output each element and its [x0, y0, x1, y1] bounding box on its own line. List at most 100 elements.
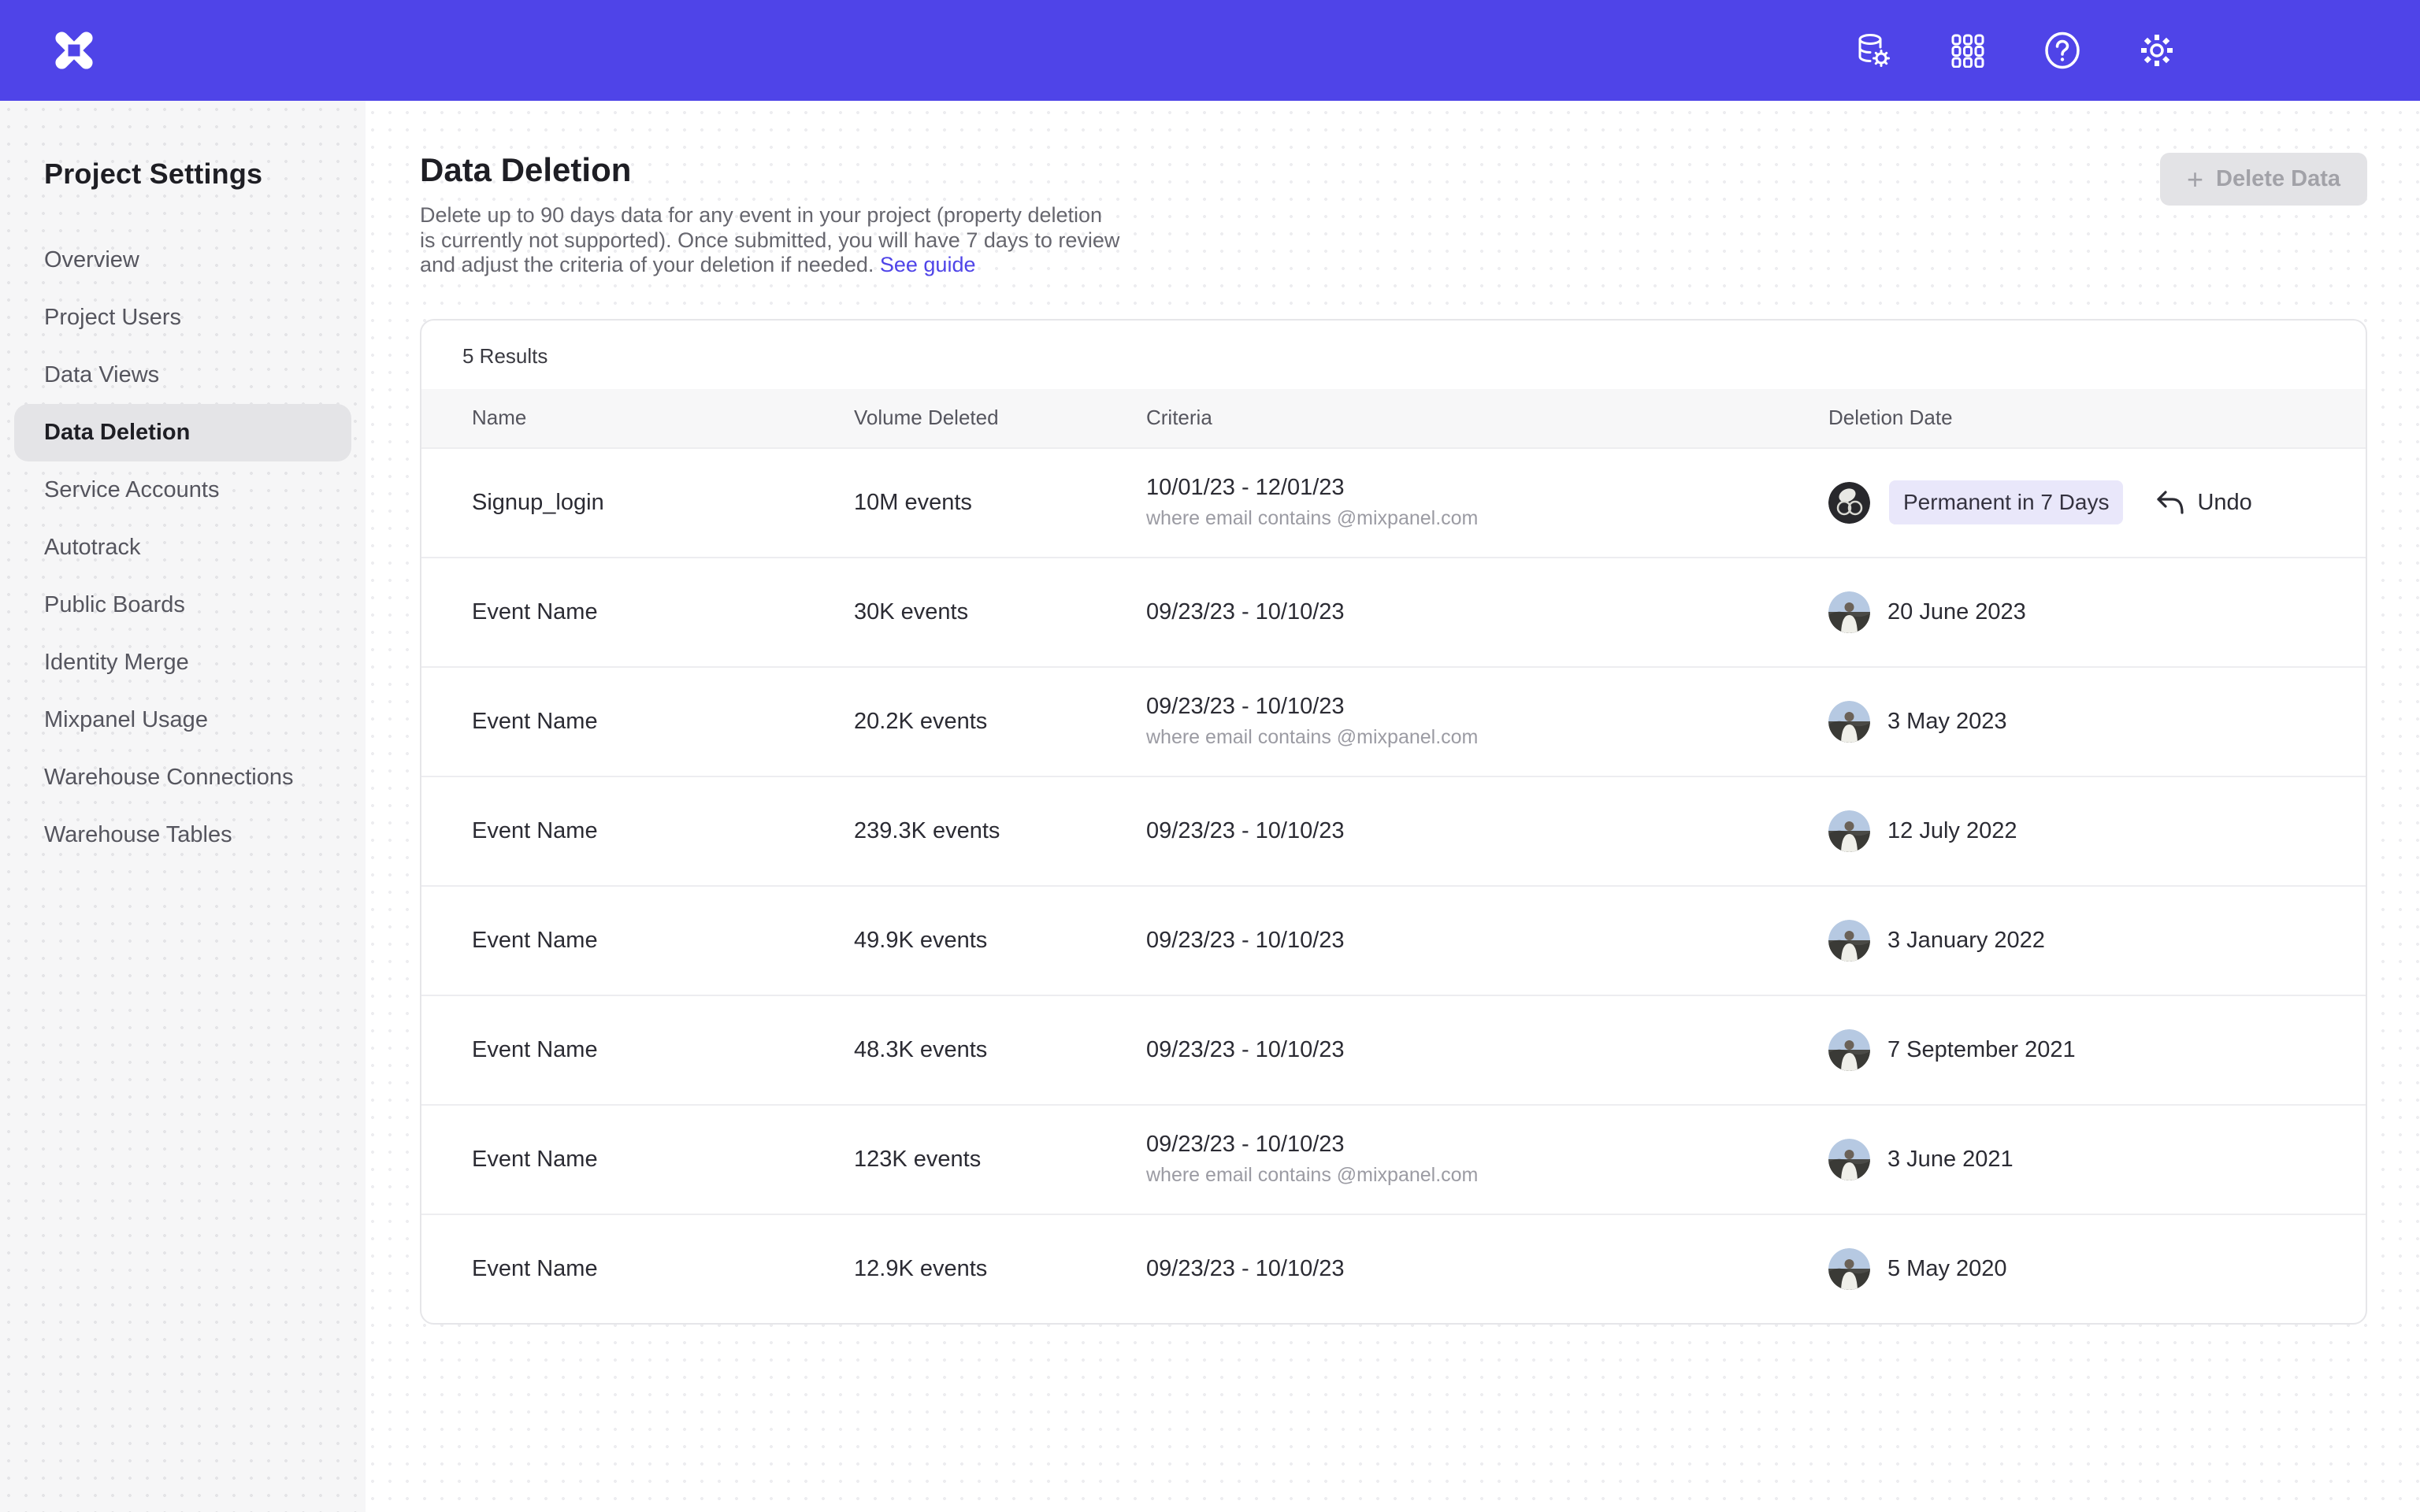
cell-deletion-date: 3 May 2023 [1828, 701, 2315, 743]
cell-criteria: 09/23/23 - 10/10/23 [1146, 599, 1828, 625]
see-guide-link[interactable]: See guide [880, 253, 976, 276]
table-header-row: Name Volume Deleted Criteria Deletion Da… [421, 389, 2366, 447]
sidebar-item[interactable]: Service Accounts [14, 461, 351, 519]
deletion-date-text: 5 May 2020 [1887, 1256, 2007, 1282]
permanent-badge: Permanent in 7 Days [1889, 480, 2123, 524]
sidebar-title: Project Settings [44, 158, 366, 191]
criteria-range: 09/23/23 - 10/10/23 [1146, 1037, 1828, 1063]
criteria-range: 09/23/23 - 10/10/23 [1146, 818, 1828, 844]
sidebar-item[interactable]: Mixpanel Usage [14, 691, 351, 749]
cell-volume: 20.2K events [854, 709, 1146, 735]
sidebar-item-label: Mixpanel Usage [14, 707, 208, 733]
sidebar-item-label: Autotrack [14, 535, 141, 561]
cell-criteria: 09/23/23 - 10/10/23 [1146, 1037, 1828, 1063]
sidebar-item[interactable]: Warehouse Connections [14, 749, 351, 806]
cell-volume: 48.3K events [854, 1037, 1146, 1063]
top-nav [1854, 32, 2176, 69]
column-header-criteria: Criteria [1146, 406, 1828, 430]
criteria-range: 09/23/23 - 10/10/23 [1146, 1256, 1828, 1282]
avatar-dark [1828, 482, 1870, 524]
sidebar-item-label: Data Deletion [14, 420, 190, 446]
criteria-filter: where email contains @mixpanel.com [1146, 726, 1828, 749]
sidebar-item-label: Public Boards [14, 592, 185, 618]
data-settings-icon[interactable] [1854, 32, 1892, 69]
cell-deletion-date: 3 January 2022 [1828, 920, 2315, 962]
sidebar-item[interactable]: Project Users [14, 289, 351, 346]
table-body: Signup_login 10M events 10/01/23 - 12/01… [421, 447, 2366, 1323]
criteria-range: 09/23/23 - 10/10/23 [1146, 928, 1828, 954]
sidebar-item[interactable]: Identity Merge [14, 634, 351, 691]
cell-criteria: 09/23/23 - 10/10/23 where email contains… [1146, 694, 1828, 749]
page-description-text: Delete up to 90 days data for any event … [420, 203, 1119, 276]
sidebar-item-label: Service Accounts [14, 477, 219, 503]
avatar-photo [1828, 591, 1870, 633]
cell-name: Event Name [472, 928, 854, 954]
cell-volume: 12.9K events [854, 1256, 1146, 1282]
cell-name: Event Name [472, 1147, 854, 1173]
cell-volume: 123K events [854, 1147, 1146, 1173]
avatar-photo [1828, 701, 1870, 743]
column-header-volume: Volume Deleted [854, 406, 1146, 430]
sidebar-item[interactable]: Data Views [14, 346, 351, 404]
cell-name: Event Name [472, 709, 854, 735]
sidebar-item[interactable]: Public Boards [14, 576, 351, 634]
column-header-deletion-date: Deletion Date [1828, 406, 2315, 430]
help-icon[interactable] [2043, 32, 2081, 69]
cell-criteria: 09/23/23 - 10/10/23 [1146, 928, 1828, 954]
criteria-range: 09/23/23 - 10/10/23 [1146, 599, 1828, 625]
deletion-date-text: 12 July 2022 [1887, 818, 2017, 844]
criteria-filter: where email contains @mixpanel.com [1146, 1164, 1828, 1187]
table-row: Signup_login 10M events 10/01/23 - 12/01… [421, 447, 2366, 557]
table-row: Event Name 12.9K events 09/23/23 - 10/10… [421, 1214, 2366, 1323]
sidebar-item-label: Identity Merge [14, 650, 189, 676]
main-content: Data Deletion Delete up to 90 days data … [366, 101, 2420, 1512]
top-bar [0, 0, 2420, 101]
table-row: Event Name 20.2K events 09/23/23 - 10/10… [421, 666, 2366, 776]
undo-button[interactable]: Undo [2156, 489, 2251, 516]
page-title: Data Deletion [420, 151, 2367, 189]
cell-volume: 239.3K events [854, 818, 1146, 844]
cell-deletion-date: 5 May 2020 [1828, 1248, 2315, 1290]
table-row: Event Name 48.3K events 09/23/23 - 10/10… [421, 995, 2366, 1104]
sidebar-item-label: Warehouse Connections [14, 765, 294, 791]
avatar-photo [1828, 1139, 1870, 1180]
cell-name: Signup_login [472, 490, 854, 516]
sidebar-item-label: Warehouse Tables [14, 822, 232, 848]
mixpanel-logo-icon[interactable] [44, 20, 104, 80]
table-row: Event Name 49.9K events 09/23/23 - 10/10… [421, 885, 2366, 995]
sidebar-item[interactable]: Overview [14, 232, 351, 289]
cell-criteria: 09/23/23 - 10/10/23 [1146, 1256, 1828, 1282]
table-row: Event Name 123K events 09/23/23 - 10/10/… [421, 1104, 2366, 1214]
criteria-range: 10/01/23 - 12/01/23 [1146, 475, 1828, 501]
sidebar-item-label: Overview [14, 247, 139, 273]
avatar-photo [1828, 920, 1870, 962]
deletion-date-text: 7 September 2021 [1887, 1037, 2076, 1063]
results-count: 5 Results [421, 321, 2366, 389]
criteria-range: 09/23/23 - 10/10/23 [1146, 694, 1828, 720]
cell-volume: 49.9K events [854, 928, 1146, 954]
delete-data-button[interactable]: + Delete Data [2160, 153, 2367, 206]
cell-name: Event Name [472, 1256, 854, 1282]
table-row: Event Name 30K events 09/23/23 - 10/10/2… [421, 557, 2366, 666]
apps-grid-icon[interactable] [1949, 32, 1987, 69]
sidebar-item[interactable]: Warehouse Tables [14, 806, 351, 864]
delete-data-button-label: Delete Data [2216, 166, 2340, 192]
sidebar-item-label: Project Users [14, 305, 181, 331]
cell-deletion-date: 7 September 2021 [1828, 1029, 2315, 1071]
settings-gear-icon[interactable] [2138, 32, 2176, 69]
cell-criteria: 09/23/23 - 10/10/23 where email contains… [1146, 1132, 1828, 1187]
deletion-date-text: 3 May 2023 [1887, 709, 2007, 735]
cell-deletion-date: 3 June 2021 [1828, 1139, 2315, 1180]
sidebar-item[interactable]: Autotrack [14, 519, 351, 576]
cell-deletion-date: 20 June 2023 [1828, 591, 2315, 633]
undo-icon [2156, 489, 2184, 516]
deletion-requests-card: 5 Results Name Volume Deleted Criteria D… [420, 319, 2367, 1325]
cell-deletion-date: 12 July 2022 [1828, 810, 2315, 852]
sidebar: Project Settings Overview Project Users … [0, 101, 366, 1512]
avatar-photo [1828, 810, 1870, 852]
page-description: Delete up to 90 days data for any event … [420, 203, 1121, 278]
avatar-photo [1828, 1248, 1870, 1290]
cell-deletion-date: Permanent in 7 Days Undo [1828, 480, 2315, 524]
sidebar-item[interactable]: Data Deletion [14, 404, 351, 461]
cell-volume: 30K events [854, 599, 1146, 625]
